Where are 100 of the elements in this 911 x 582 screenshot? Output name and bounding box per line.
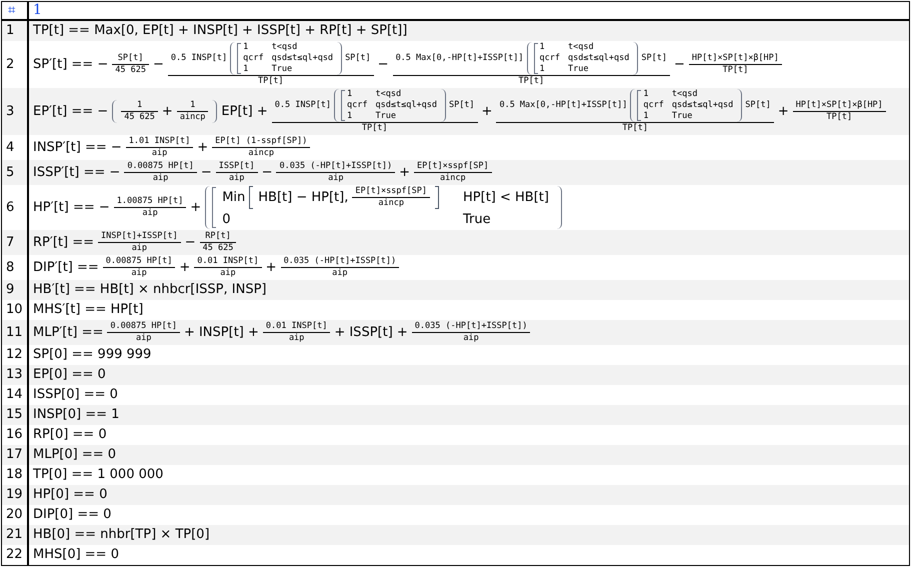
equation-text: aincp: [247, 148, 275, 159]
equation-text: +: [160, 102, 174, 120]
equation-text: aip: [141, 208, 159, 219]
equation-text: −: [152, 56, 165, 74]
equation-text: 1: [346, 89, 354, 100]
equation-text: 0.035 (-HP[t]+ISSP[t]): [414, 321, 528, 332]
equation-text: RP[0] == 0: [32, 426, 108, 444]
equation-text: HP′[t] == −: [32, 198, 111, 216]
equation-text: + ISSP[t] +: [333, 324, 409, 342]
equation-text: +: [776, 102, 790, 120]
equation-text: HP[t] < HB[t]: [462, 188, 550, 206]
equation-text: aip: [219, 268, 237, 279]
equation-text: HB′[t] == HB[t] × nhbcr[ISSP, INSP]: [32, 281, 268, 299]
equation-text: TP[t] == Max[0, EP[t] + INSP[t] + ISSP[t] + RP[t] + SP[t]]: [32, 22, 408, 40]
equation-text: −: [260, 164, 274, 182]
equation-text: 1: [242, 64, 250, 75]
brace-drawing: [212, 187, 216, 228]
equation-text: SP[0] == 999 999: [32, 346, 152, 364]
equation-text: TP[t]: [517, 76, 546, 87]
equation-text: 0.5 INSP[t]: [274, 100, 332, 111]
equation-text: INSP′[t] == −: [32, 138, 123, 156]
equation-text: True: [270, 64, 294, 75]
equation-text: −: [200, 164, 213, 182]
equation-text: aip: [130, 268, 148, 279]
equation-text: aip: [152, 173, 170, 184]
equation-text: −: [184, 234, 197, 252]
equation-text: aip: [150, 148, 168, 159]
equation-text: +: [196, 138, 210, 156]
equation-text: Min: [221, 188, 246, 206]
equation-text: +: [178, 258, 192, 276]
equation-text: qcrf: [642, 100, 665, 111]
equation-text: 0.00875 HP[t]: [126, 161, 195, 172]
equation-text: aip: [288, 333, 306, 344]
column-header: 1: [32, 2, 43, 19]
equation-text: DIP′[t] ==: [32, 258, 100, 276]
equation-text: qsd≤t≤ql+qsd: [670, 100, 734, 111]
equation-text: aip: [327, 173, 344, 184]
equation-text: +: [480, 102, 494, 120]
equation-text: EP[0] == 0: [32, 366, 107, 384]
equation-text: MHS[0] == 0: [32, 546, 120, 564]
equation-text: 0: [221, 211, 232, 229]
equation-text: EP[t] +: [220, 102, 269, 120]
equation-text: −: [673, 56, 686, 74]
equation-text: qsd≤t≤ql+qsd: [270, 53, 334, 64]
row-number: 22: [2, 545, 29, 565]
equation-text: EP[t]×sspf[SP]: [416, 161, 490, 172]
equation-text: qcrf: [242, 53, 265, 64]
equation-text: t<qsd: [566, 42, 595, 53]
equation-text: HP[t]×SP[t]×β[HP]: [690, 53, 780, 64]
equation-text: 1: [136, 100, 144, 111]
equation-text: True: [566, 64, 590, 75]
equation-text: qcrf: [538, 53, 561, 64]
equation-text: SP[t]: [344, 53, 372, 64]
equation-text: +: [189, 198, 202, 216]
equation-text: −: [376, 56, 390, 74]
equation-text: HP[0] == 0: [32, 486, 108, 504]
equation-text: 1: [242, 42, 250, 53]
equation-text: qsd≤t≤ql+qsd: [566, 53, 630, 64]
equation-text: RP′[t] ==: [32, 234, 95, 252]
equation-text: +: [264, 258, 278, 276]
equation-text: SP[t]: [116, 53, 144, 64]
equation-text: TP[t]: [360, 123, 388, 134]
equation-text: 1: [538, 64, 546, 75]
equation-text: 0.01 INSP[t]: [264, 321, 328, 332]
equation-text: EP′[t] == −: [32, 102, 110, 120]
equation-text: MHS′[t] == HP[t]: [32, 301, 144, 319]
equation-text: HB[0] == nhbr[TP] × TP[0]: [32, 526, 211, 544]
equation-text: 1: [538, 42, 546, 53]
equation-text: aip: [331, 268, 349, 279]
equation-text: t<qsd: [374, 89, 402, 100]
equation-text: 0.035 (-HP[t]+ISSP[t]): [278, 161, 394, 172]
equation-text: 1: [346, 111, 354, 122]
equation-text: 1: [642, 89, 650, 100]
equation-text: SP′[t] == −: [32, 56, 110, 74]
equation-text: True: [462, 211, 492, 229]
equation-text: aincp: [439, 173, 467, 184]
equation-text: SP[t]: [640, 53, 668, 64]
brace-drawing: [341, 90, 346, 121]
equation-text: TP[t]: [826, 112, 854, 123]
equation-text: aincp: [178, 112, 206, 123]
equation-text: t<qsd: [270, 42, 298, 53]
equation-text: True: [374, 111, 398, 122]
equation-text: aip: [135, 333, 152, 344]
equation-text: TP[t]: [722, 65, 750, 76]
equation-text: HP[t]×SP[t]×β[HP]: [794, 100, 884, 111]
equation-text: +: [398, 164, 411, 182]
equation-text: SP[t]: [744, 100, 772, 111]
equation-text: 0.5 Max[0,-HP[t]+ISSP[t]]: [394, 53, 524, 64]
brace-drawing: [637, 90, 642, 121]
equation-text: TP[t]: [256, 76, 285, 87]
equation-text: MLP′[t] ==: [32, 324, 104, 342]
equation-text: 1.00875 HP[t]: [116, 196, 184, 207]
equation-text: True: [670, 111, 694, 122]
bracket-drawing: [435, 186, 440, 209]
equation-text: MLP[0] == 0: [32, 446, 118, 464]
equation-text: aip: [228, 173, 246, 184]
brace-drawing: [534, 43, 538, 74]
equation-text: DIP[0] == 0: [32, 506, 112, 524]
equation-text: 0.5 Max[0,-HP[t]+ISSP[t]]: [498, 100, 628, 111]
equation-text: TP[t]: [621, 123, 649, 134]
